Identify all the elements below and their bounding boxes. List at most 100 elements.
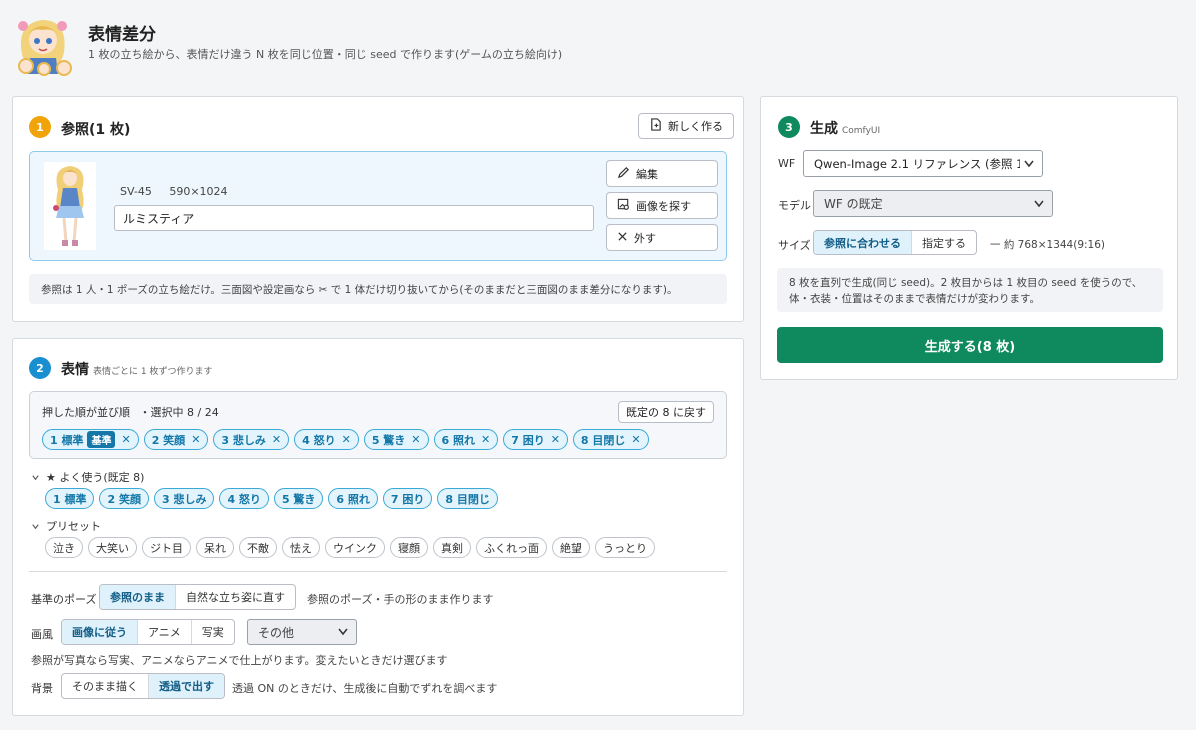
chip-label: 8 目閉じ (580, 433, 626, 447)
chip-label: 呆れ (204, 541, 226, 555)
remove-chip-icon[interactable]: ✕ (631, 433, 640, 446)
chip-label: 泣き (53, 541, 75, 555)
wf-select[interactable]: Qwen-Image 2.1 リファレンス (参照 10 枚 (803, 150, 1043, 177)
chip-label: 4 怒り (227, 492, 261, 506)
remove-chip-icon[interactable]: ✕ (121, 433, 130, 446)
page-title: 表情差分 (88, 25, 156, 45)
chip-label: 7 困り (511, 433, 545, 447)
preset-expression-chip[interactable]: 泣き (45, 537, 83, 558)
expressions-subtitle: 表情ごとに 1 枚ずつ作ります (93, 367, 213, 377)
generate-title-text: 生成 (810, 121, 838, 137)
chip-label: 1 標準 (50, 433, 84, 447)
model-select[interactable]: WF の既定 (813, 190, 1053, 217)
selected-expression-chip[interactable]: 3 悲しみ ✕ (213, 429, 290, 450)
preset-expression-chip[interactable]: ふくれっ面 (476, 537, 547, 558)
chip-label: 2 笑顔 (107, 492, 141, 506)
reference-box: SV-45 590×1024 編集 画像を探す 外す (29, 151, 727, 261)
preset-expression-chip[interactable]: 怯え (282, 537, 320, 558)
preset-expression-chip[interactable]: 呆れ (196, 537, 234, 558)
remove-button[interactable]: 外す (606, 224, 718, 251)
selected-expression-chip[interactable]: 6 照れ ✕ (433, 429, 499, 450)
style-hint: 参照が写真なら写実、アニメならアニメで仕上がります。変えたいときだけ選びます (31, 654, 448, 667)
preset-expression-chip[interactable]: 大笑い (88, 537, 137, 558)
expressions-title-text: 表情 (61, 362, 89, 378)
favorite-expression-chip[interactable]: 7 困り (382, 488, 433, 509)
preset-chip-row: 泣き 大笑い ジト目 呆れ 不敵 怯え ウインク 寝顔 真剣 ふくれっ面 絶望 うっとり (45, 537, 655, 558)
find-image-button[interactable]: 画像を探す (606, 192, 718, 219)
selected-expression-chip[interactable]: 8 目閉じ ✕ (572, 429, 649, 450)
favorite-expression-chip[interactable]: 5 驚き (273, 488, 324, 509)
style-option-real[interactable]: 写実 (190, 620, 234, 644)
selected-expression-chip[interactable]: 2 笑顔 ✕ (143, 429, 209, 450)
preset-expression-chip[interactable]: うっとり (595, 537, 655, 558)
generate-card: 3 生成 ComfyUI WF Qwen-Image 2.1 リファレンス (参照… (760, 96, 1178, 380)
favorite-expression-chip[interactable]: 4 怒り (219, 488, 269, 509)
new-button[interactable]: 新しく作る (638, 113, 734, 139)
selected-expression-chip[interactable]: 7 困り ✕ (503, 429, 568, 450)
chip-label: 3 悲しみ (161, 492, 207, 506)
favorite-expression-chip[interactable]: 3 悲しみ (153, 488, 215, 509)
presets-label: プリセット (46, 520, 101, 533)
image-search-icon (617, 198, 630, 214)
favorites-toggle[interactable]: ★ よく使う(既定 8) (31, 469, 144, 485)
model-label: モデル (778, 199, 811, 212)
size-option-custom[interactable]: 指定する (911, 231, 976, 254)
step-badge-1: 1 (29, 116, 51, 138)
preset-expression-chip[interactable]: 寝顔 (390, 537, 428, 558)
style-toggle: 画像に従う アニメ 写実 (61, 619, 235, 645)
selected-expression-chip[interactable]: 1 標準 基準 ✕ (42, 429, 139, 450)
expressions-title: 表情 表情ごとに 1 枚ずつ作ります (61, 359, 212, 379)
background-toggle: そのまま描く 透過で出す (61, 673, 225, 699)
background-hint: 透過 ON のときだけ、生成後に自動でずれを調べます (232, 682, 498, 695)
remove-chip-icon[interactable]: ✕ (342, 433, 351, 446)
background-option-draw[interactable]: そのまま描く (62, 674, 148, 698)
character-name-input[interactable] (114, 205, 594, 231)
chip-label: ジト目 (150, 541, 183, 555)
background-option-transparent[interactable]: 透過で出す (148, 674, 224, 698)
preset-expression-chip[interactable]: ジト目 (142, 537, 191, 558)
selected-count: ・選択中 8 / 24 (139, 406, 219, 419)
preset-expression-chip[interactable]: ウインク (325, 537, 385, 558)
style-option-follow[interactable]: 画像に従う (62, 620, 137, 644)
selected-expressions-box: 押した順が並び順 ・選択中 8 / 24 既定の 8 に戻す 1 標準 基準 ✕ 2 … (29, 391, 727, 459)
remove-chip-icon[interactable]: ✕ (272, 433, 281, 446)
size-label: サイズ (778, 239, 811, 252)
pose-option-natural[interactable]: 自然な立ち姿に直す (175, 585, 295, 609)
remove-chip-icon[interactable]: ✕ (411, 433, 420, 446)
favorite-expression-chip[interactable]: 2 笑顔 (99, 488, 149, 509)
generate-button[interactable]: 生成する(8 枚) (777, 327, 1163, 363)
preset-expression-chip[interactable]: 不敵 (239, 537, 277, 558)
image-size: 590×1024 (169, 185, 228, 198)
style-label: 画風 (31, 628, 53, 641)
base-badge: 基準 (87, 431, 116, 448)
edit-button[interactable]: 編集 (606, 160, 718, 187)
presets-toggle[interactable]: プリセット (31, 518, 101, 534)
selected-expression-chip[interactable]: 5 驚き ✕ (363, 429, 429, 450)
chevron-down-icon (32, 523, 39, 529)
remove-chip-icon[interactable]: ✕ (551, 433, 560, 446)
favorite-expression-chip[interactable]: 8 目閉じ (437, 488, 498, 509)
style-option-anime[interactable]: アニメ (137, 620, 191, 644)
preset-expression-chip[interactable]: 絶望 (552, 537, 590, 558)
chip-label: 5 驚き (281, 492, 316, 506)
remove-chip-icon[interactable]: ✕ (191, 433, 200, 446)
preset-expression-chip[interactable]: 真剣 (433, 537, 471, 558)
pose-option-keep[interactable]: 参照のまま (100, 585, 175, 609)
reset-default-button[interactable]: 既定の 8 に戻す (618, 401, 714, 423)
favorite-expression-chip[interactable]: 1 標準 (45, 488, 95, 509)
size-option-reference[interactable]: 参照に合わせる (814, 231, 911, 254)
chip-label: ふくれっ面 (484, 541, 539, 555)
reference-meta: SV-45 590×1024 (120, 185, 242, 198)
chevron-down-icon (1024, 160, 1034, 167)
selected-chip-row: 1 標準 基準 ✕ 2 笑顔 ✕ 3 悲しみ ✕ 4 怒り ✕ 5 驚き ✕ 6 照れ ✕ 7 困り ✕ 8 … (42, 429, 649, 450)
pose-toggle: 参照のまま 自然な立ち姿に直す (99, 584, 296, 610)
find-image-label: 画像を探す (636, 199, 691, 213)
chip-label: ウインク (333, 541, 377, 555)
selected-expression-chip[interactable]: 4 怒り ✕ (294, 429, 359, 450)
size-toggle: 参照に合わせる 指定する (813, 230, 977, 255)
style-other-select[interactable]: その他 (247, 619, 357, 645)
favorite-expression-chip[interactable]: 6 照れ (328, 488, 378, 509)
chip-label: うっとり (603, 541, 647, 555)
remove-chip-icon[interactable]: ✕ (481, 433, 490, 446)
reference-thumbnail[interactable] (44, 162, 96, 250)
